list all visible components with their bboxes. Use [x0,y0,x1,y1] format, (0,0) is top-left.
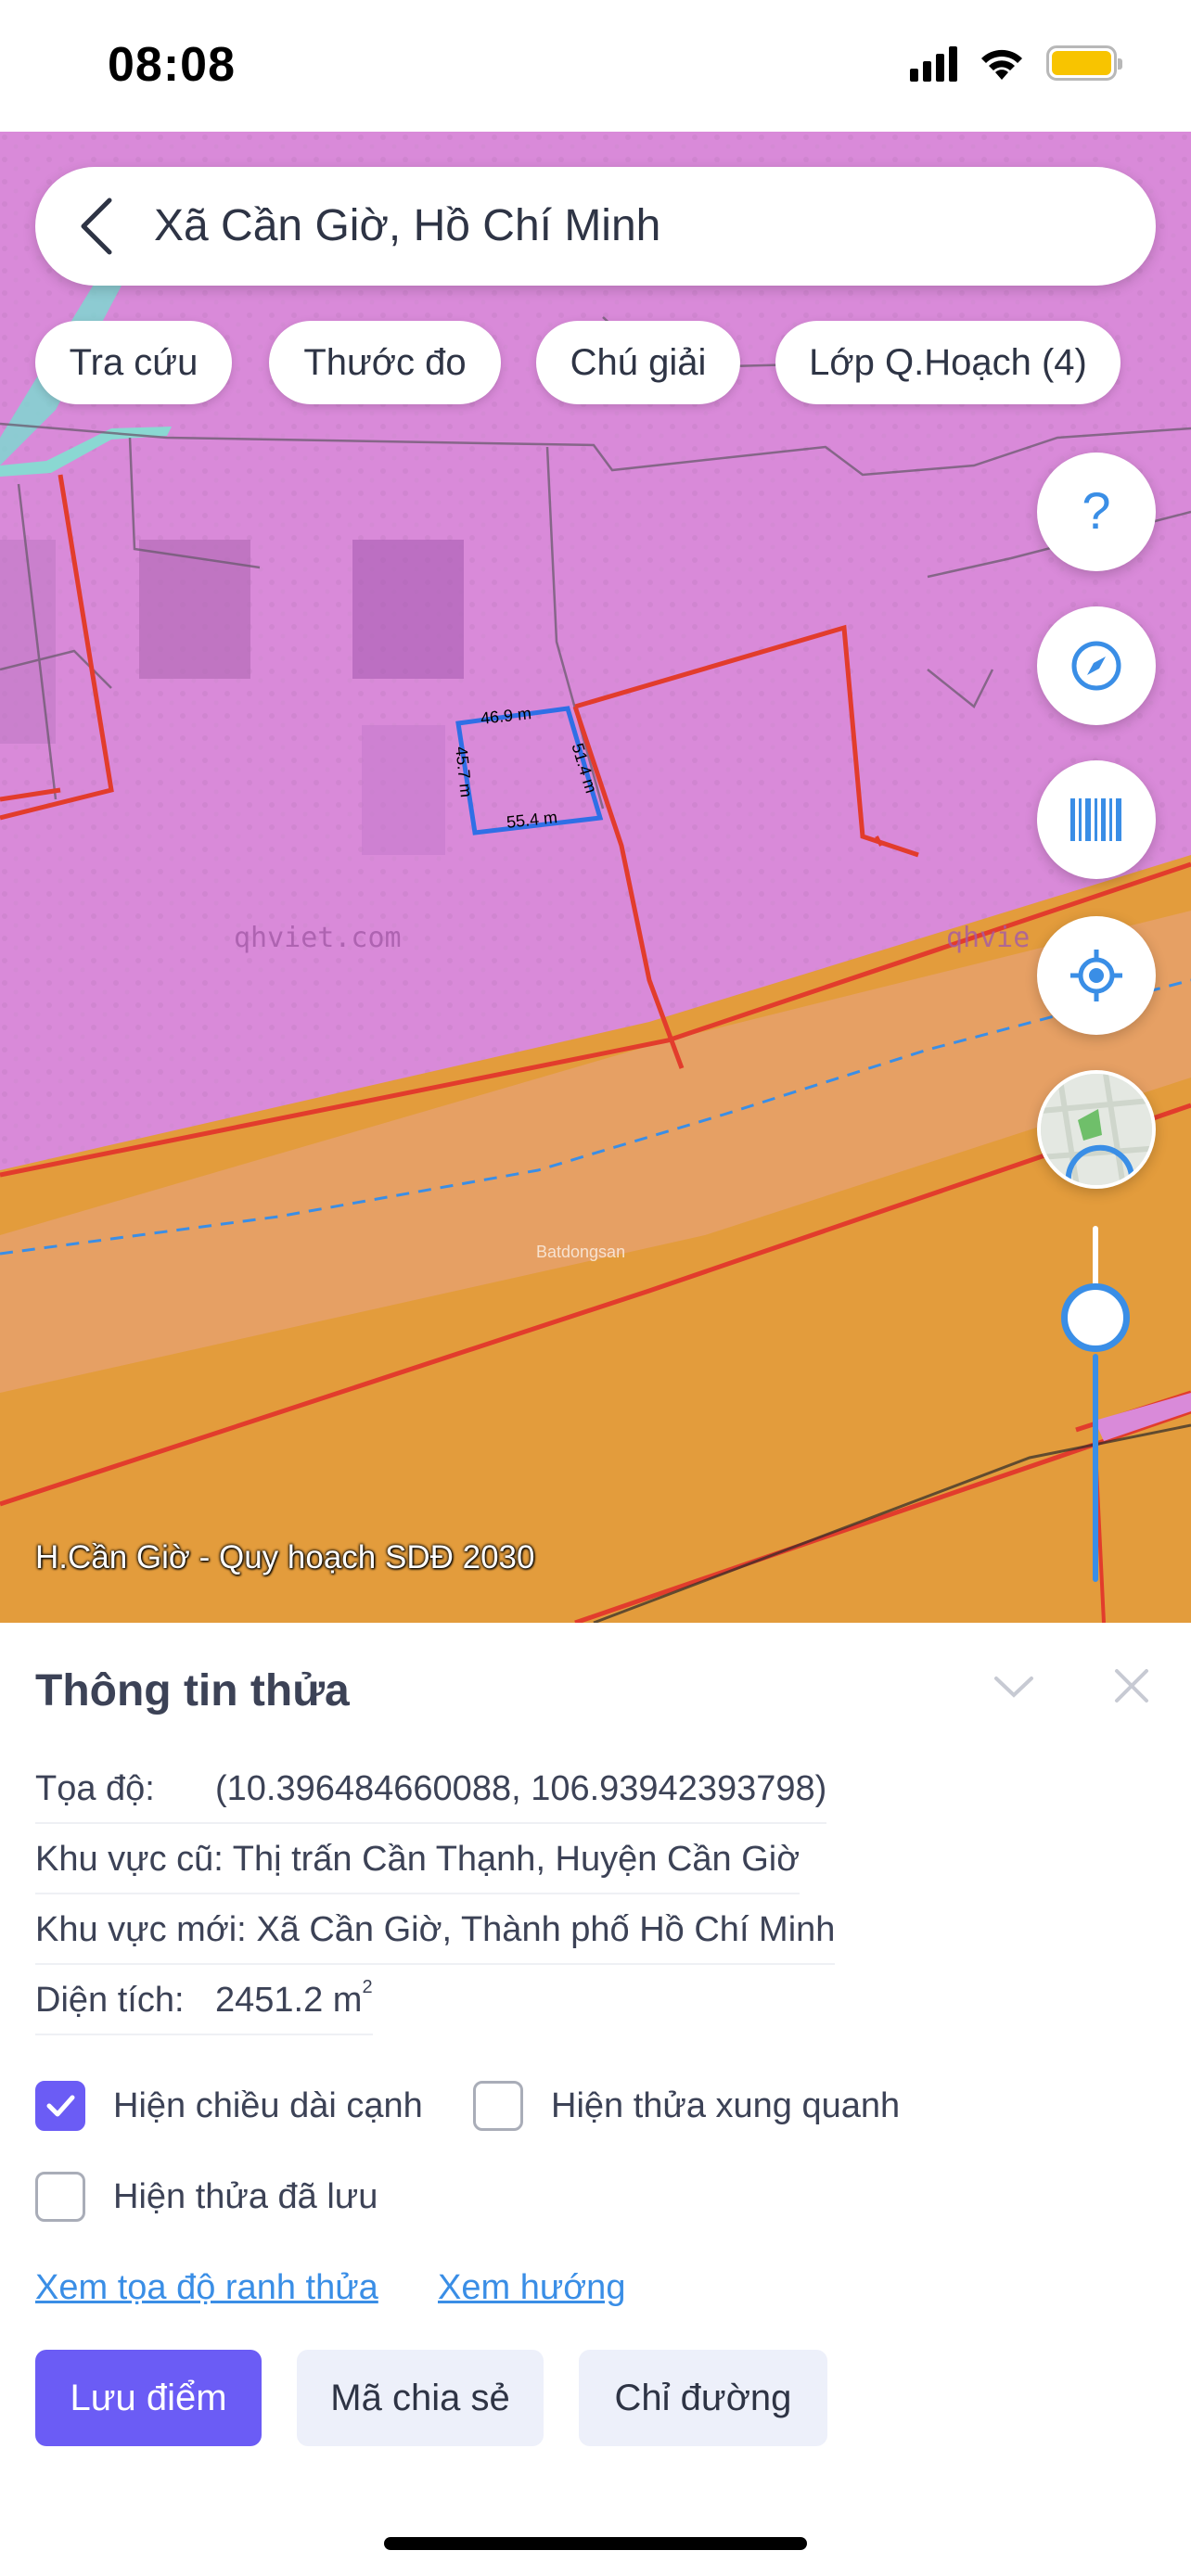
zoom-slider-fill[interactable] [1093,1354,1098,1582]
barcode-button[interactable] [1037,760,1156,879]
link-view-direction[interactable]: Xem hướng [438,2268,625,2308]
watermark-text: qhviet.com [234,922,402,954]
info-value: Xã Cần Giờ, Thành phố Hồ Chí Minh [256,1910,836,1949]
pond [362,725,445,855]
map-layer-caption: H.Cần Giờ - Quy hoạch SDĐ 2030 [35,1539,535,1575]
zoom-slider-handle[interactable] [1061,1283,1130,1352]
compass-icon [1071,641,1121,691]
status-time: 08:08 [108,38,236,92]
home-indicator[interactable] [384,2537,807,2550]
share-code-button[interactable]: Mã chia sẻ [297,2350,544,2446]
info-value: (10.396484660088, 106.93942393798) [215,1769,827,1808]
chevron-down-icon[interactable] [989,1662,1039,1712]
directions-button[interactable]: Chỉ đường [579,2350,827,2446]
info-value: 2451.2 m [215,1981,363,2020]
watermark-text: qhvie [946,922,1031,954]
info-label: Khu vực cũ: [35,1840,224,1879]
checkbox-show-saved-parcels[interactable]: Hiện thửa đã lưu [35,2172,378,2222]
info-label: Diện tích: [35,1981,185,2020]
barcode-icon [1070,798,1121,841]
status-icons [910,45,1122,82]
close-icon[interactable] [1104,1658,1159,1714]
help-icon: ? [1082,484,1110,540]
locate-icon [1070,950,1122,1001]
battery-icon [1046,45,1122,81]
search-bar[interactable]: Xã Cần Giờ, Hồ Chí Minh [35,167,1156,286]
status-bar: 08:08 [0,0,1191,132]
info-value: Thị trấn Cần Thạnh, Huyện Cần Giờ [232,1840,800,1879]
svg-text:?: ? [1082,484,1110,540]
save-point-button[interactable]: Lưu điểm [35,2350,262,2446]
info-label: Khu vực mới: [35,1910,247,1949]
checkbox-checked-icon[interactable] [35,2081,85,2131]
info-row-land-area: Diện tích: 2451.2 m2 [35,1977,373,2035]
chip-measure[interactable]: Thước đo [269,321,501,404]
checkbox-label: Hiện thửa xung quanh [551,2085,901,2125]
compass-button[interactable] [1037,606,1156,725]
chip-lookup[interactable]: Tra cứu [35,321,232,404]
checkbox-label: Hiện chiều dài cạnh [113,2085,423,2125]
chip-planning-layers[interactable]: Lớp Q.Hoạch (4) [775,321,1121,404]
checkbox-unchecked-icon[interactable] [473,2081,523,2131]
panel-title: Thông tin thửa [35,1666,350,1715]
info-label: Tọa độ: [35,1769,155,1808]
back-arrow-icon[interactable] [70,195,126,258]
pond [352,540,464,679]
app-screen: 08:08 46.9 m 51.4 m 45.7 m 55.4 m qhviet… [0,0,1191,2576]
brand-watermark: Batdongsan [536,1243,626,1261]
info-row-new-area: Khu vực mới: Xã Cần Giờ, Thành phố Hồ Ch… [35,1910,836,1965]
search-location-text[interactable]: Xã Cần Giờ, Hồ Chí Minh [154,200,660,251]
info-row-old-area: Khu vực cũ: Thị trấn Cần Thạnh, Huyện Cầ… [35,1840,800,1894]
locate-button[interactable] [1037,916,1156,1035]
info-row-coordinates: Tọa độ: (10.396484660088, 106.93942393798… [35,1769,827,1824]
map-style-thumbnail[interactable] [1037,1070,1156,1189]
area-unit-superscript: 2 [362,1977,373,1997]
chip-legend[interactable]: Chú giải [536,321,740,404]
link-view-boundary-coordinates[interactable]: Xem tọa độ ranh thửa [35,2268,378,2308]
wifi-icon [981,49,1022,80]
checkbox-show-edge-lengths[interactable]: Hiện chiều dài cạnh [35,2081,423,2131]
checkbox-unchecked-icon[interactable] [35,2172,85,2222]
help-button[interactable]: ? [1037,453,1156,571]
cellular-signal-icon [910,45,957,82]
checkbox-label: Hiện thửa đã lưu [113,2176,378,2216]
pond [139,540,250,679]
checkbox-show-surrounding-parcels[interactable]: Hiện thửa xung quanh [473,2081,900,2131]
